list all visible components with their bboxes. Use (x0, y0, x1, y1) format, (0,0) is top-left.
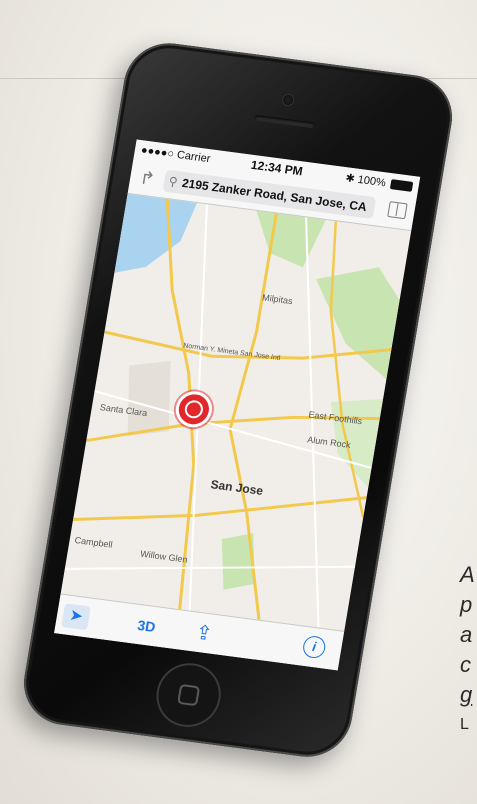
side-text-line: g (460, 682, 473, 707)
info-icon[interactable]: i (301, 634, 327, 660)
phone-mockup: ●●●●○ Carrier 12:34 PM ✱ 100% ↱ ⚲ 2195 Za… (17, 37, 459, 763)
battery-icon (389, 179, 414, 192)
search-icon: ⚲ (167, 174, 179, 190)
earpiece-speaker (254, 114, 315, 129)
directions-button[interactable]: ↱ (135, 166, 160, 191)
phone-screen: ●●●●○ Carrier 12:34 PM ✱ 100% ↱ ⚲ 2195 Za… (54, 139, 421, 671)
side-text-line: A (460, 562, 475, 587)
3d-button[interactable]: 3D (125, 612, 169, 641)
side-text-line: c (460, 652, 471, 677)
side-text-line: a (460, 622, 473, 647)
side-text-line: L (460, 716, 469, 733)
front-camera (282, 94, 294, 106)
side-text-line: p (460, 592, 473, 617)
bookmarks-icon[interactable] (387, 201, 408, 220)
bluetooth-icon: ✱ (344, 172, 356, 186)
battery-percent: 100% (356, 173, 387, 190)
home-button-square-icon (177, 683, 201, 707)
side-text: A p a c g L (460, 560, 477, 740)
page: A p a c g L ●●●●○ Carrier 12:34 PM ✱ 100… (0, 0, 477, 804)
share-icon[interactable]: ⇪ (189, 620, 219, 647)
locate-arrow-icon[interactable]: ➤ (61, 603, 91, 631)
map-view[interactable]: Milpitas Norman Y. Mineta San Jose Intl … (60, 193, 412, 631)
phone-body: ●●●●○ Carrier 12:34 PM ✱ 100% ↱ ⚲ 2195 Za… (17, 37, 459, 763)
home-button[interactable] (151, 659, 226, 731)
